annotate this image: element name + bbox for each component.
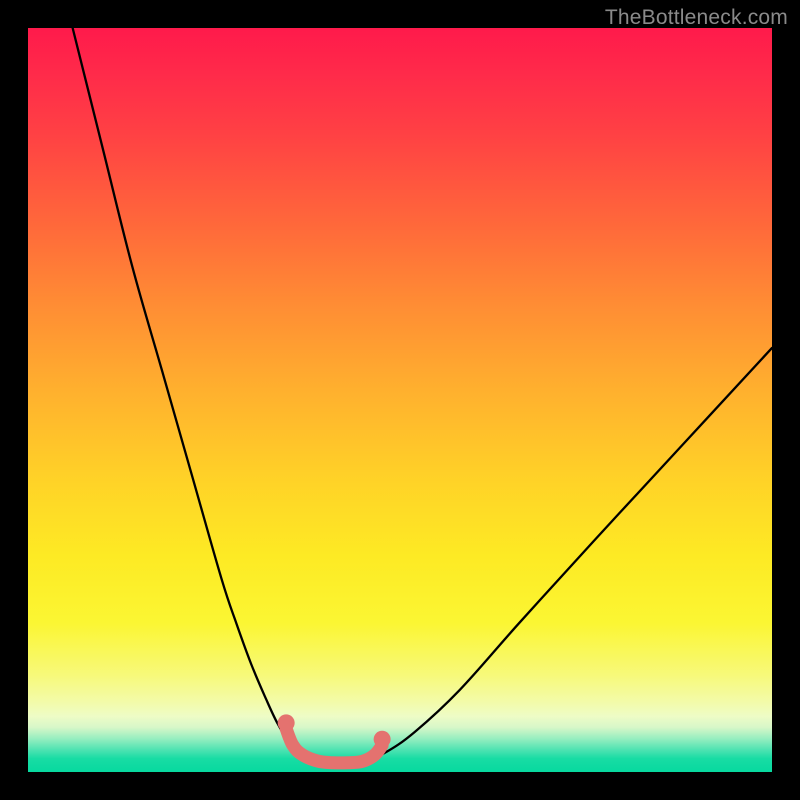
outer-frame: TheBottleneck.com <box>0 0 800 800</box>
flat-region-dot-right <box>374 731 391 748</box>
bottleneck-curve <box>28 28 772 772</box>
flat-region-dot-left <box>278 714 295 731</box>
plot-area <box>28 28 772 772</box>
flat-region-stroke <box>286 729 382 763</box>
bottleneck-curve-path <box>73 28 772 763</box>
watermark-text: TheBottleneck.com <box>605 6 788 30</box>
